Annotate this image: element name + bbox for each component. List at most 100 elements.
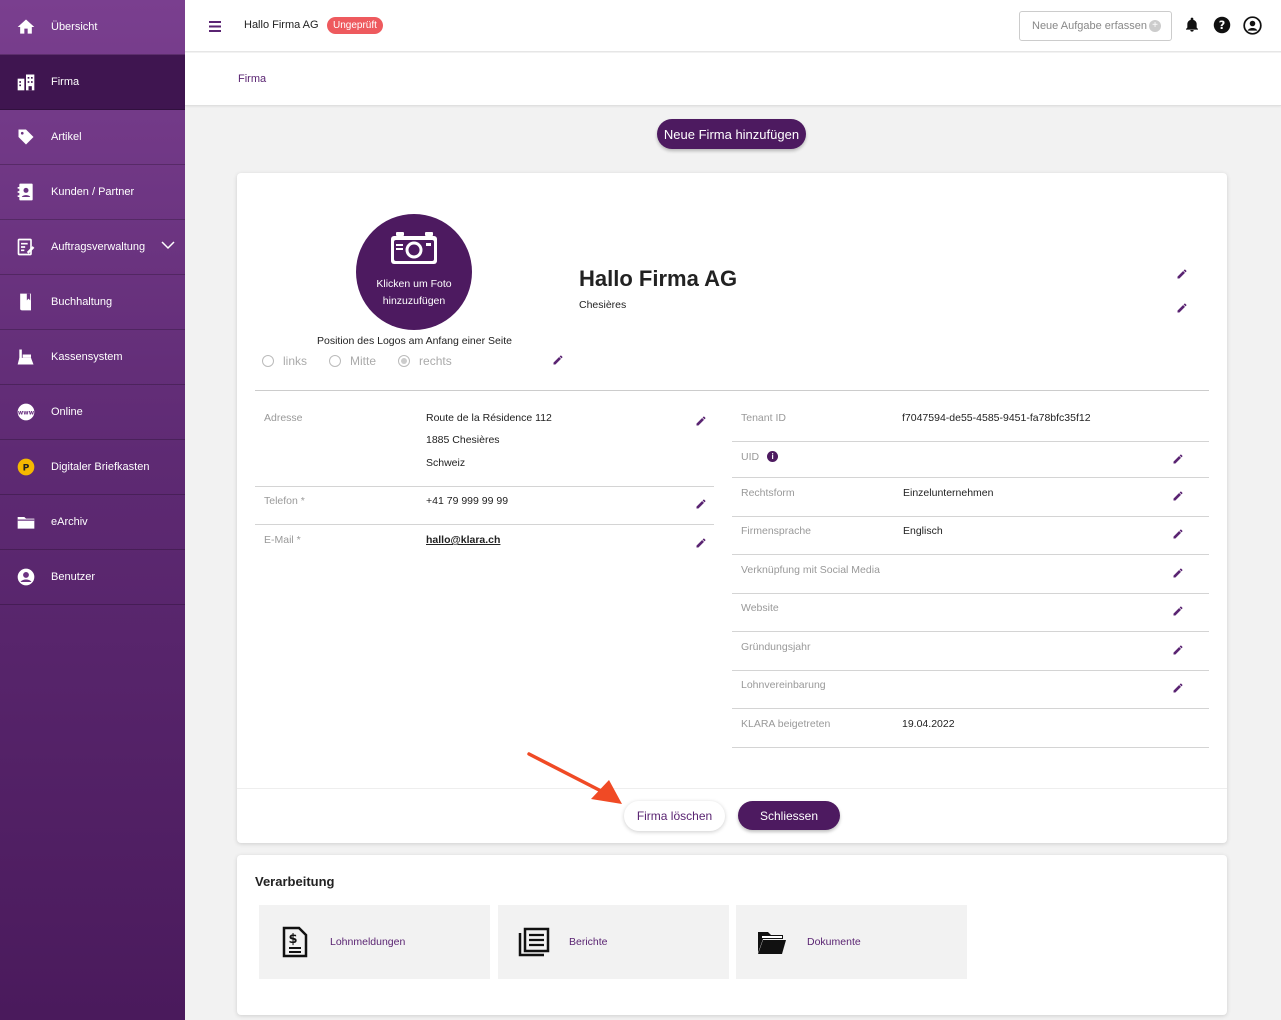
company-name-title: Hallo Firma AG [579, 266, 738, 291]
logo-position-links[interactable]: links [262, 354, 307, 368]
photo-upload[interactable]: Klicken um Foto hinzuzufügen [356, 214, 472, 330]
sidebar-item-buchhaltung[interactable]: Buchhaltung [0, 275, 185, 330]
logo-position-mitte[interactable]: Mitte [329, 354, 376, 368]
tile-lohnmeldungen[interactable]: $ Lohnmeldungen [259, 905, 490, 979]
sidebar-item-firma[interactable]: Firma [0, 55, 185, 110]
sidebar-item-digitaler-briefkasten[interactable]: P Digitaler Briefkasten [0, 440, 185, 495]
chevron-down-icon[interactable] [161, 240, 175, 253]
close-button[interactable]: Schliessen [738, 801, 840, 830]
new-task-label: Neue Aufgabe erfassen [1032, 20, 1147, 32]
cash-register-icon [0, 347, 51, 367]
address-line-3: Schweiz [426, 457, 466, 469]
sidebar-item-benutzer[interactable]: Benutzer [0, 550, 185, 605]
sidebar-item-label: eArchiv [51, 516, 88, 528]
address-label: Adresse [264, 412, 303, 424]
svg-text:$: $ [288, 932, 297, 947]
edit-phone-icon[interactable] [695, 497, 707, 515]
radio-circle [262, 355, 274, 367]
radio-label: Mitte [350, 354, 377, 368]
breadcrumb-bar: Firma [185, 53, 1281, 106]
plus-icon: + [1149, 20, 1161, 32]
edit-logo-position-icon[interactable] [552, 353, 564, 371]
address-line-1: Route de la Résidence 112 [426, 412, 552, 424]
tile-label: Lohnmeldungen [330, 936, 406, 948]
edit-address-icon[interactable] [695, 414, 707, 432]
edit-founding-year-icon[interactable] [1172, 643, 1184, 661]
sidebar: Übersicht Firma Artikel Kunden / Partner… [0, 0, 185, 1020]
divider [255, 524, 714, 525]
breadcrumb[interactable]: Firma [238, 73, 266, 85]
folder-open-icon [736, 929, 807, 955]
camera-icon [390, 231, 438, 270]
edit-uid-icon[interactable] [1172, 452, 1184, 470]
email-link[interactable]: hallo@klara.ch [426, 534, 500, 546]
new-task-button[interactable]: Neue Aufgabe erfassen + [1019, 11, 1172, 41]
logo-position-rechts[interactable]: rechts [398, 354, 452, 368]
book-icon [0, 292, 51, 312]
sidebar-item-label: Übersicht [51, 21, 98, 33]
tenant-id-value: f7047594-de55-4585-9451-fa78bfc35f12 [902, 412, 1091, 424]
sidebar-item-kassensystem[interactable]: Kassensystem [0, 330, 185, 385]
mailbox-icon: P [0, 457, 51, 477]
edit-social-media-icon[interactable] [1172, 566, 1184, 584]
svg-text:P: P [22, 462, 29, 473]
topbar: Hallo Firma AG Ungeprüft Neue Aufgabe er… [185, 0, 1281, 52]
sidebar-item-online[interactable]: www Online [0, 385, 185, 440]
divider [732, 554, 1209, 555]
sidebar-item-earchiv[interactable]: eArchiv [0, 495, 185, 550]
edit-email-icon[interactable] [695, 536, 707, 554]
divider [732, 747, 1209, 748]
tenant-id-label: Tenant ID [741, 412, 786, 424]
edit-company-language-icon[interactable] [1172, 527, 1184, 545]
sidebar-item-label: Kassensystem [51, 351, 123, 363]
radio-label: rechts [419, 354, 452, 368]
company-city: Chesières [579, 299, 627, 311]
sidebar-item-artikel[interactable]: Artikel [0, 110, 185, 165]
status-badge: Ungeprüft [327, 17, 383, 34]
company-language-label: Firmensprache [741, 525, 812, 537]
info-icon[interactable]: i [767, 451, 779, 462]
tile-berichte[interactable]: Berichte [498, 905, 729, 979]
radio-circle [329, 355, 342, 367]
svg-text:?: ? [1219, 19, 1226, 32]
sidebar-item-auftragsverwaltung[interactable]: Auftragsverwaltung [0, 220, 185, 275]
edit-legal-form-icon[interactable] [1172, 489, 1184, 507]
payroll-document-icon: $ [259, 926, 330, 958]
delete-company-button[interactable]: Firma löschen [624, 801, 725, 831]
tile-label: Berichte [569, 936, 608, 948]
bell-icon[interactable] [1184, 16, 1200, 39]
company-language-value: Englisch [903, 525, 943, 537]
company-card: Klicken um Foto hinzuzufügen Position de… [237, 173, 1227, 843]
founding-year-label: Gründungsjahr [741, 641, 811, 653]
logo-position-radios: links Mitte rechts [262, 354, 474, 368]
svg-text:www: www [17, 411, 34, 417]
phone-value: +41 79 999 99 99 [426, 495, 509, 507]
tile-dokumente[interactable]: Dokumente [736, 905, 967, 979]
sidebar-item-label: Artikel [51, 131, 82, 143]
social-media-label: Verknüpfung mit Social Media [741, 564, 880, 576]
sidebar-item-label: Firma [51, 76, 80, 88]
divider [732, 441, 1209, 442]
hamburger-menu-icon[interactable] [209, 19, 221, 37]
contacts-icon [0, 182, 51, 202]
sidebar-item-uebersicht[interactable]: Übersicht [0, 0, 185, 55]
divider [255, 486, 714, 487]
edit-name-icon[interactable] [1176, 267, 1188, 285]
joined-value: 19.04.2022 [902, 718, 955, 730]
divider [732, 516, 1209, 517]
add-company-button[interactable]: Neue Firma hinzufügen [657, 119, 806, 149]
phone-label: Telefon * [264, 495, 305, 507]
sidebar-item-label: Online [51, 406, 83, 418]
help-icon[interactable]: ? [1213, 16, 1231, 39]
divider [732, 708, 1209, 709]
edit-city-icon[interactable] [1176, 301, 1188, 319]
account-icon[interactable] [1243, 16, 1262, 40]
legal-form-label: Rechtsform [741, 487, 795, 499]
website-label: Website [741, 602, 779, 614]
email-label: E-Mail * [264, 534, 301, 546]
edit-website-icon[interactable] [1172, 604, 1184, 622]
edit-wage-agreement-icon[interactable] [1172, 681, 1184, 699]
topbar-company-name: Hallo Firma AG [244, 19, 319, 31]
sidebar-item-kunden-partner[interactable]: Kunden / Partner [0, 165, 185, 220]
divider [732, 593, 1209, 594]
